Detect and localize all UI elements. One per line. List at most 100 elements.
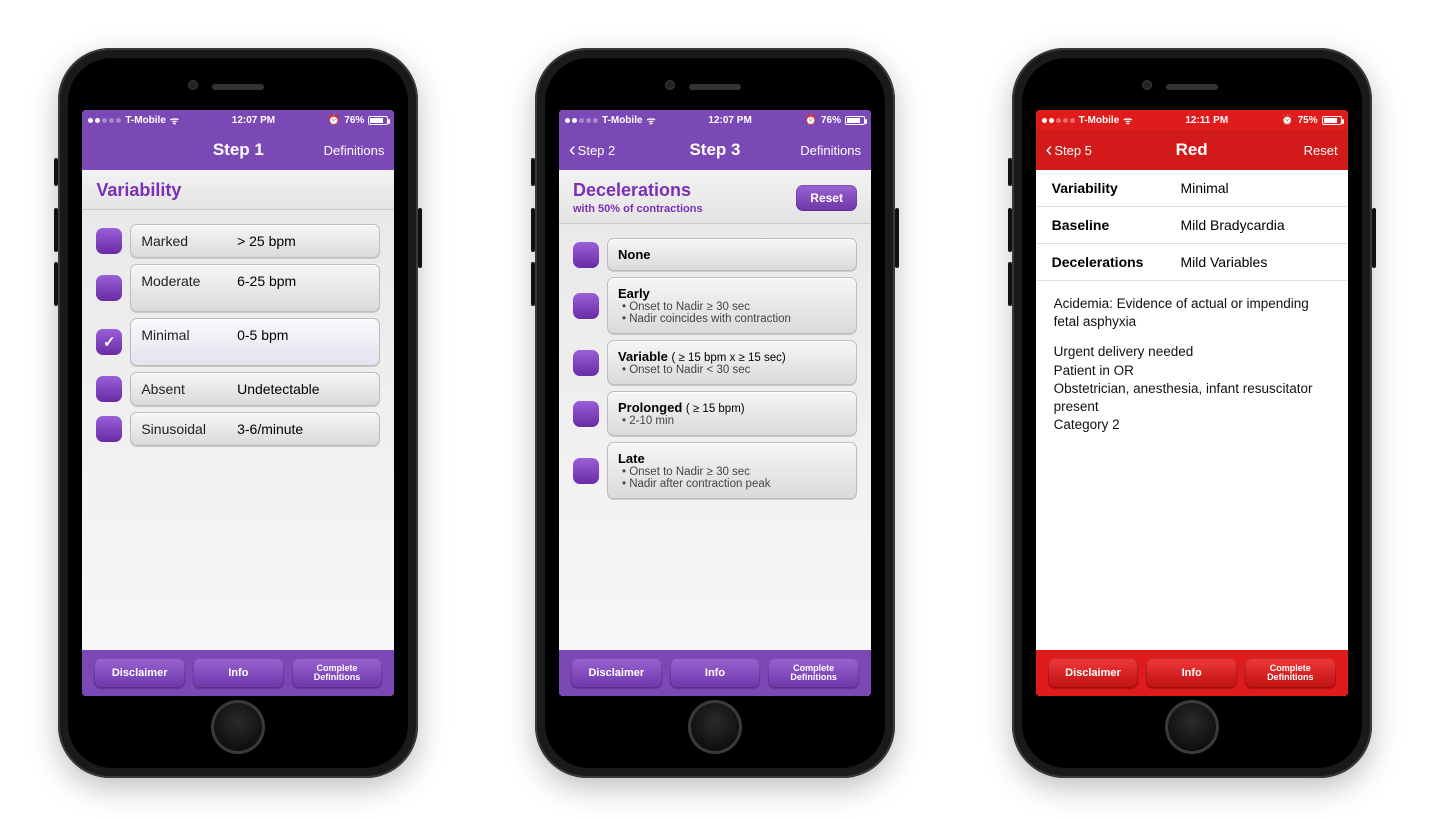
carrier-label: T-Mobile [1079,115,1120,126]
option-marked[interactable]: Marked > 25 bpm [96,224,380,258]
summary-key: Baseline [1052,217,1181,233]
disclaimer-button[interactable]: Disclaimer [94,658,185,688]
disclaimer-button[interactable]: Disclaimer [1048,658,1139,688]
option-early[interactable]: Early • Onset to Nadir ≥ 30 sec • Nadir … [573,277,857,334]
option-title: Variable [618,349,668,364]
option-none[interactable]: None [573,238,857,271]
option-moderate[interactable]: Moderate 6-25 bpm [96,264,380,312]
checkbox-icon[interactable] [573,242,599,268]
battery-percent: 76% [821,115,841,126]
screen-step3: T-Mobile ᯤ 12:07 PM ⏰ 76% ‹ Step 2 [559,110,871,696]
checkbox-icon[interactable] [573,458,599,484]
battery-percent: 75% [1298,115,1318,126]
summary-panel: Variability Minimal Baseline Mild Bradyc… [1036,170,1348,650]
home-button[interactable] [688,700,742,754]
wifi-icon: ᯤ [647,113,656,127]
status-bar: T-Mobile ᯤ 12:11 PM ⏰ 75% [1036,110,1348,130]
signal-dots-icon [565,118,598,123]
option-title: Early [618,286,650,301]
option-minimal[interactable]: Minimal 0-5 bpm [96,318,380,366]
reset-button[interactable]: Reset [796,185,857,211]
clock-label: 12:07 PM [232,115,275,126]
summary-line: Patient in OR [1054,362,1330,380]
summary-body: Acidemia: Evidence of actual or impendin… [1036,281,1348,449]
status-bar: T-Mobile ᯤ 12:07 PM ⏰ 76% [559,110,871,130]
bottom-bar: Disclaimer Info Complete Definitions [559,650,871,696]
option-bullet: • 2-10 min [618,415,846,427]
bottom-bar: Disclaimer Info Complete Definitions [82,650,394,696]
section-title: Variability [96,180,181,201]
option-qualifier: ( ≥ 15 bpm x ≥ 15 sec) [671,352,785,364]
option-title: Prolonged [618,400,682,415]
battery-percent: 76% [344,115,364,126]
complete-definitions-button[interactable]: Complete Definitions [1245,658,1336,688]
alarm-icon: ⏰ [328,115,340,126]
carrier-label: T-Mobile [602,115,643,126]
summary-row-decelerations: Decelerations Mild Variables [1036,244,1348,281]
option-sinusoidal[interactable]: Sinusoidal 3-6/minute [96,412,380,446]
checkbox-icon[interactable] [573,350,599,376]
info-button[interactable]: Info [193,658,284,688]
checkbox-icon[interactable] [573,293,599,319]
summary-row-baseline: Baseline Mild Bradycardia [1036,207,1348,244]
info-button[interactable]: Info [1146,658,1237,688]
checkbox-icon[interactable] [96,228,122,254]
option-label: Moderate [141,273,237,303]
complete-definitions-button[interactable]: Complete Definitions [768,658,859,688]
option-absent[interactable]: Absent Undetectable [96,372,380,406]
summary-paragraph: Acidemia: Evidence of actual or impendin… [1054,295,1330,331]
option-value: 0-5 bpm [237,327,369,357]
nav-bar: ‹ Step 2 Step 3 Definitions [559,130,871,170]
complete-definitions-button[interactable]: Complete Definitions [292,658,383,688]
nav-definitions-button[interactable]: Definitions [783,143,861,158]
option-label: Marked [141,233,237,249]
home-button[interactable] [1165,700,1219,754]
option-label: Absent [141,381,237,397]
section-title: Decelerations [573,180,703,201]
nav-back-button[interactable]: ‹ Step 5 [1046,140,1124,160]
summary-line: Urgent delivery needed [1054,343,1330,361]
option-value: 6-25 bpm [237,273,369,303]
nav-reset-button[interactable]: Reset [1260,143,1338,158]
checkbox-checked-icon[interactable] [96,329,122,355]
phone-frame-3: T-Mobile ᯤ 12:11 PM ⏰ 75% ‹ Step 5 [1012,48,1372,778]
checkbox-icon[interactable] [96,376,122,402]
option-bullet: • Nadir coincides with contraction [618,313,846,325]
nav-back-label: Step 2 [578,143,616,158]
nav-definitions-button[interactable]: Definitions [306,143,384,158]
nav-title: Step 3 [689,140,740,160]
bottom-bar: Disclaimer Info Complete Definitions [1036,650,1348,696]
option-late[interactable]: Late • Onset to Nadir ≥ 30 sec • Nadir a… [573,442,857,499]
signal-dots-icon [88,118,121,123]
checkbox-icon[interactable] [573,401,599,427]
option-value: > 25 bpm [237,233,369,249]
chevron-left-icon: ‹ [569,140,576,160]
summary-line: Category 2 [1054,416,1330,434]
signal-dots-icon [1042,118,1075,123]
battery-icon [845,116,865,125]
option-prolonged[interactable]: Prolonged ( ≥ 15 bpm) • 2-10 min [573,391,857,436]
alarm-icon: ⏰ [1281,115,1293,126]
home-button[interactable] [211,700,265,754]
nav-back-button[interactable]: ‹ Step 2 [569,140,647,160]
chevron-left-icon: ‹ [1046,140,1053,160]
wifi-icon: ᯤ [1123,113,1132,127]
disclaimer-button[interactable]: Disclaimer [571,658,662,688]
checkbox-icon[interactable] [96,275,122,301]
battery-icon [1322,116,1342,125]
option-variable[interactable]: Variable ( ≥ 15 bpm x ≥ 15 sec) • Onset … [573,340,857,385]
option-title: None [618,247,651,262]
nav-bar: Step 1 Definitions [82,130,394,170]
option-title: Late [618,451,645,466]
option-bullet: • Onset to Nadir < 30 sec [618,364,846,376]
option-label: Minimal [141,327,237,357]
summary-value: Mild Variables [1180,254,1331,270]
checkbox-icon[interactable] [96,416,122,442]
section-header: Decelerations with 50% of contractions R… [559,170,871,224]
section-subtitle: with 50% of contractions [573,203,703,215]
summary-value: Mild Bradycardia [1180,217,1331,233]
alarm-icon: ⏰ [805,115,817,126]
screen-red: T-Mobile ᯤ 12:11 PM ⏰ 75% ‹ Step 5 [1036,110,1348,696]
info-button[interactable]: Info [670,658,761,688]
options-list: Marked > 25 bpm Moderate 6-25 bpm [82,210,394,650]
